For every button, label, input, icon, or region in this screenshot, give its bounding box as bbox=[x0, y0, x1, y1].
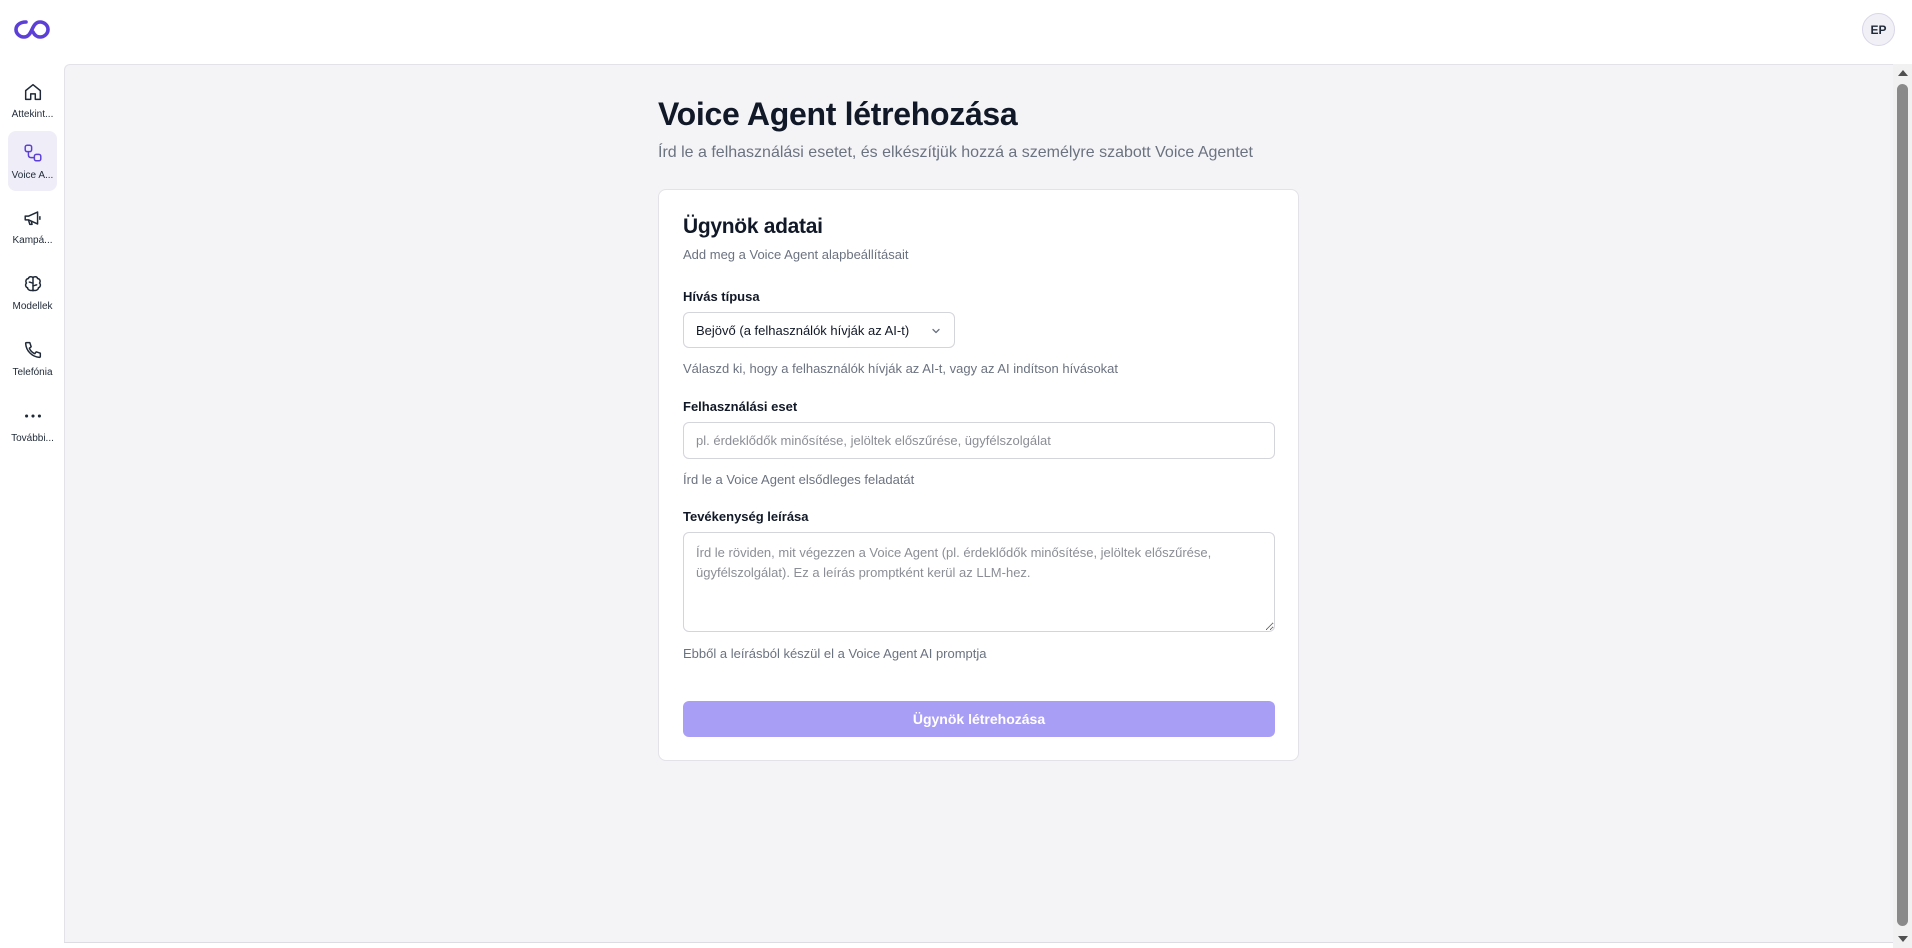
brain-icon bbox=[24, 275, 41, 292]
nodes-icon bbox=[23, 143, 42, 162]
use-case-label: Felhasználási eset bbox=[683, 399, 798, 414]
sidebar-item-more[interactable]: További... bbox=[8, 394, 57, 454]
create-agent-button[interactable]: Ügynök létrehozása bbox=[683, 701, 1275, 737]
scrollbar-thumb[interactable] bbox=[1897, 84, 1908, 926]
sidebar-item-label: Áttekint... bbox=[11, 108, 54, 120]
scroll-down-arrow-icon[interactable] bbox=[1898, 936, 1908, 942]
call-type-help: Válaszd ki, hogy a felhasználók hívják a… bbox=[683, 361, 1119, 376]
agent-details-card: Ügynök adatai Add meg a Voice Agent alap… bbox=[658, 189, 1299, 761]
chevron-down-icon bbox=[932, 328, 940, 334]
call-type-select[interactable]: Bejövő (a felhasználók hívják az AI-t) bbox=[683, 312, 955, 348]
more-dots-icon bbox=[24, 413, 41, 418]
vertical-scrollbar[interactable] bbox=[1893, 64, 1912, 948]
activity-textarea[interactable] bbox=[683, 532, 1275, 632]
sidebar-item-label: Telefónia bbox=[12, 366, 53, 378]
sidebar-item-campaigns[interactable]: Kampá... bbox=[8, 196, 57, 256]
sidebar-item-label: Modellek bbox=[12, 300, 53, 312]
call-type-label: Hívás típusa bbox=[683, 289, 760, 304]
sidebar-item-models[interactable]: Modellek bbox=[8, 262, 57, 322]
megaphone-icon bbox=[23, 210, 41, 225]
page-title: Voice Agent létrehozása bbox=[658, 96, 1018, 132]
sidebar-item-overview[interactable]: Áttekint... bbox=[8, 70, 57, 130]
page-subtitle: Írd le a felhasználási esetet, és elkész… bbox=[658, 144, 1253, 161]
activity-help: Ebből a leírásból készül el a Voice Agen… bbox=[683, 646, 987, 661]
bottom-divider bbox=[64, 942, 1893, 948]
use-case-input[interactable] bbox=[683, 422, 1275, 459]
sidebar-item-telephony[interactable]: Telefónia bbox=[8, 328, 57, 388]
phone-icon bbox=[24, 341, 41, 358]
sidebar-item-label: Kampá... bbox=[12, 234, 53, 246]
card-subtitle: Add meg a Voice Agent alapbeállításait bbox=[683, 247, 909, 262]
infinity-logo-icon[interactable] bbox=[12, 14, 52, 44]
sidebar-item-label: További... bbox=[11, 432, 54, 444]
activity-label: Tevékenység leírása bbox=[683, 509, 809, 524]
card-title: Ügynök adatai bbox=[683, 215, 823, 238]
home-icon bbox=[24, 83, 41, 100]
call-type-value: Bejövő (a felhasználók hívják az AI-t) bbox=[696, 322, 910, 338]
use-case-help: Írd le a Voice Agent elsődleges feladatá… bbox=[683, 472, 915, 487]
scroll-up-arrow-icon[interactable] bbox=[1898, 70, 1908, 76]
top-bar: EP bbox=[0, 0, 1912, 64]
user-avatar[interactable]: EP bbox=[1862, 13, 1895, 46]
sidebar: Áttekint... Voice A... Kampá... Modellek… bbox=[0, 64, 64, 948]
sidebar-item-voice-agents[interactable]: Voice A... bbox=[8, 131, 57, 191]
sidebar-item-label: Voice A... bbox=[11, 169, 54, 181]
